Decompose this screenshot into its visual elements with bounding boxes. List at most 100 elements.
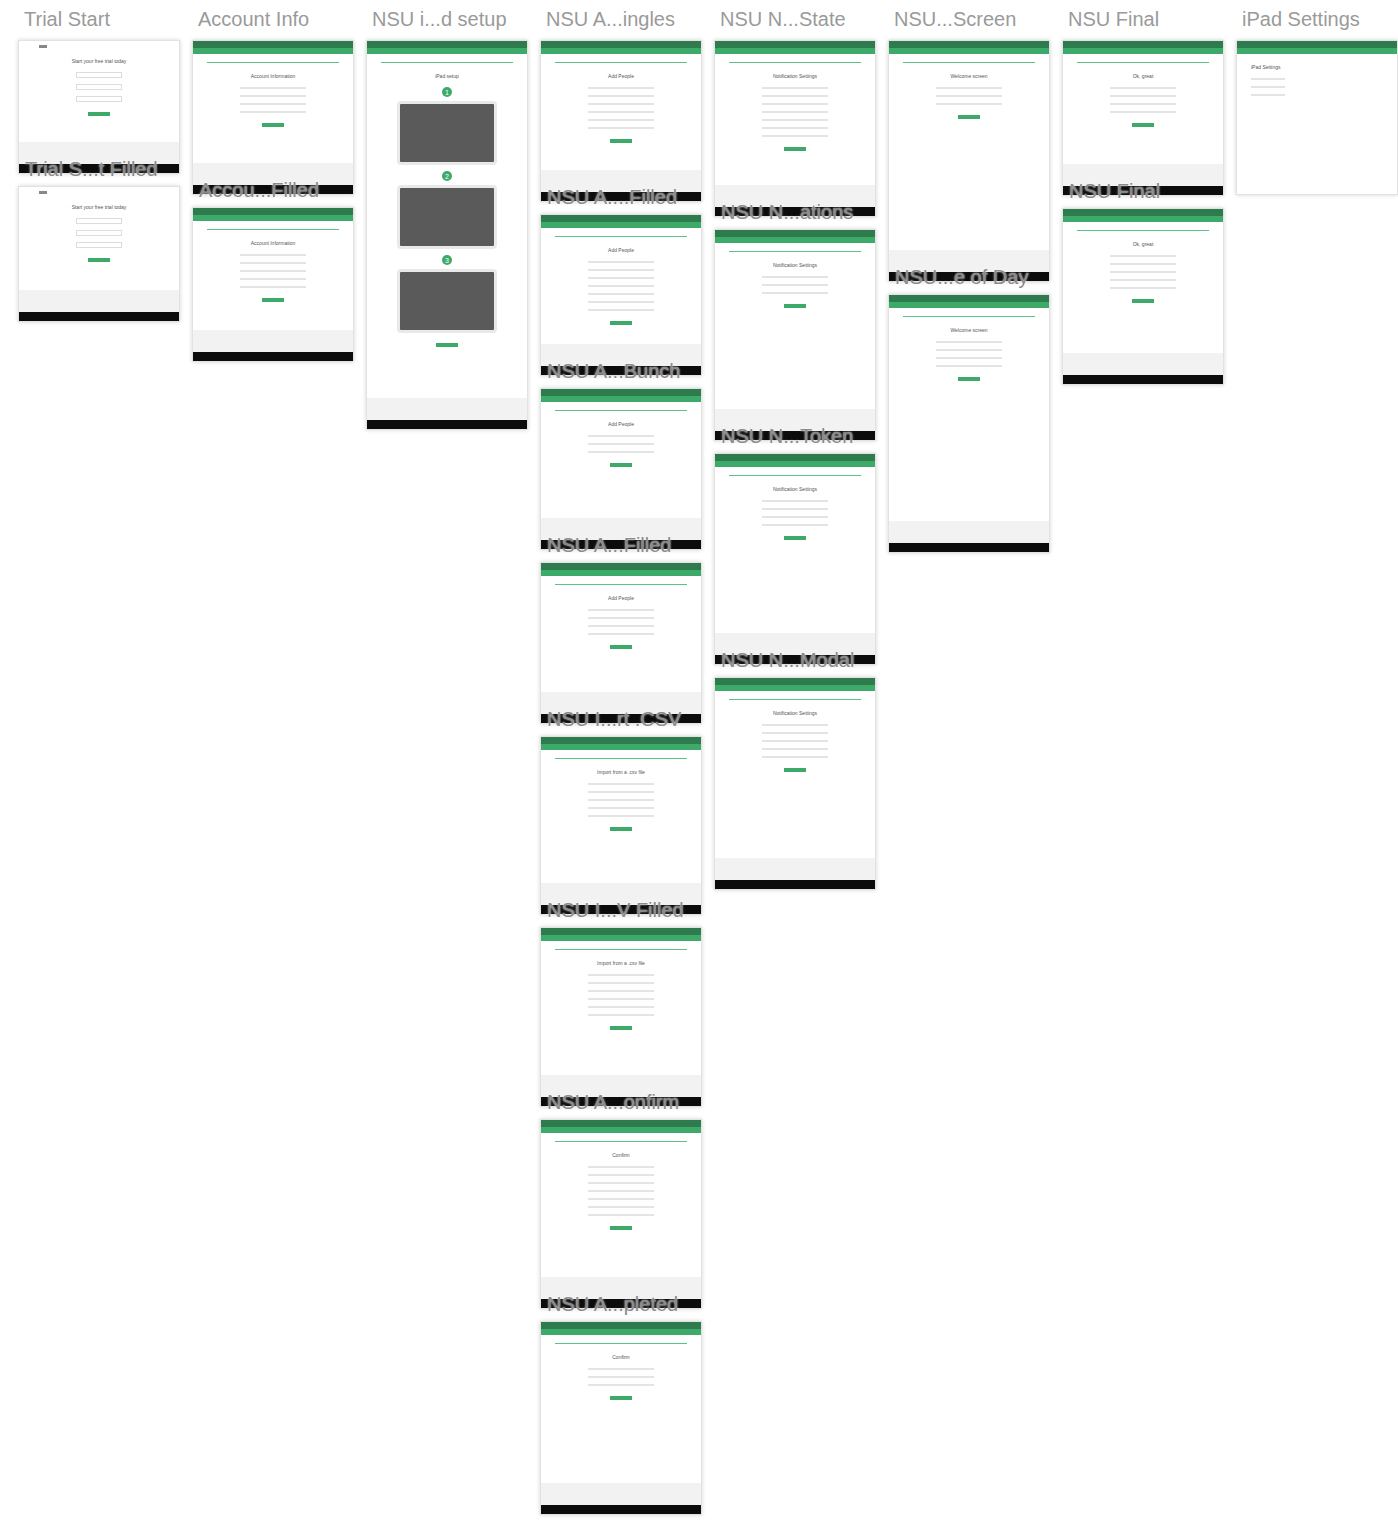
text-line [588, 277, 654, 279]
artboard-title[interactable]: NSU A....Filled [547, 185, 677, 209]
artboard[interactable]: Account Information [192, 40, 354, 195]
text-line [588, 633, 654, 635]
page-footer [715, 880, 875, 889]
artboard-heading: Account Information [193, 73, 353, 79]
text-line [588, 990, 654, 992]
text-line [588, 1166, 654, 1168]
text-line [762, 103, 828, 105]
artboard[interactable]: iPad setup123 [366, 40, 528, 430]
step-badge: 3 [442, 255, 452, 265]
text-line [1110, 87, 1176, 89]
artboard[interactable]: Add People [540, 40, 702, 202]
artboard-title[interactable]: NSU N...Modal [721, 648, 854, 672]
submit-button [88, 112, 110, 116]
artboard-title[interactable]: NSU A...pleted [547, 1292, 678, 1316]
progress-line [555, 1343, 687, 1344]
text-line [1110, 255, 1176, 257]
artboard[interactable]: iPad Settings [1236, 40, 1398, 195]
setup-step: 2 [397, 171, 497, 249]
artboard-title[interactable]: NSU A...ingles [540, 0, 702, 40]
text-line [240, 286, 306, 288]
text-line [588, 1206, 654, 1208]
sub-bar [367, 48, 527, 54]
artboard-title[interactable]: Account Info [192, 0, 354, 40]
progress-line [729, 62, 861, 63]
artboard[interactable]: Ok, greatNSU Final [1062, 208, 1224, 385]
artboard-heading: Import from a .csv file [541, 769, 701, 775]
artboard-title[interactable]: NSU A...onfirm [547, 1090, 679, 1114]
text-line [762, 724, 828, 726]
next-button [784, 147, 806, 151]
text-line [588, 435, 654, 437]
form-field [76, 96, 122, 102]
artboard[interactable]: Add PeopleNSU A...Filled [540, 562, 702, 724]
artboard-title[interactable]: Trial Start [18, 0, 180, 40]
artboard-title[interactable]: Trial S...t Filled [25, 157, 158, 181]
artboard[interactable]: Start your free trial todayTrial S...t F… [18, 186, 180, 322]
text-line [762, 127, 828, 129]
artboard[interactable]: Welcome screen [888, 40, 1050, 282]
artboard-title[interactable]: NSU N...State [714, 0, 876, 40]
sub-bar [1063, 216, 1223, 222]
next-button [262, 123, 284, 127]
help-footer [1063, 164, 1223, 186]
artboard[interactable]: ConfirmNSU A...onfirm [540, 1119, 702, 1309]
sub-bar [541, 222, 701, 228]
artboard-title[interactable]: NSU...e of Day [895, 265, 1028, 289]
form-field [76, 72, 122, 78]
artboard[interactable]: Import from a .csv fileNSU I...V Filled [540, 927, 702, 1107]
artboard-title[interactable]: NSU A...Filled [547, 533, 671, 557]
artboard[interactable]: Notification Settings [714, 40, 876, 217]
artboard-title[interactable]: NSU A...Bunch [547, 359, 680, 383]
sub-bar [541, 1329, 701, 1335]
progress-line [555, 949, 687, 950]
artboard[interactable]: Start your free trial today [18, 40, 180, 174]
text-line [936, 95, 1002, 97]
artboard[interactable]: Notification SettingsNSU N...Token [714, 453, 876, 665]
artboard[interactable]: Add PeopleNSU A...Bunch [540, 388, 702, 550]
text-line [240, 262, 306, 264]
help-footer [889, 521, 1049, 543]
artboard[interactable]: Welcome screenNSU...e of Day [888, 294, 1050, 553]
artboard[interactable]: Notification SettingsNSU N...Modal [714, 677, 876, 890]
top-bar [1237, 41, 1397, 48]
artboard-title[interactable]: NSU I...V Filled [547, 898, 684, 922]
artboard-column: NSU N...StateNotification SettingsNotifi… [714, 0, 876, 1524]
artboard[interactable]: Notification SettingsNSU N...ations [714, 229, 876, 441]
text-line [588, 301, 654, 303]
artboard[interactable]: Account InformationAccou...Filled [192, 207, 354, 362]
help-footer [541, 344, 701, 366]
text-line [1110, 279, 1176, 281]
artboard-title[interactable]: NSU N...ations [721, 200, 853, 224]
artboard-title[interactable]: NSU...Screen [888, 0, 1050, 40]
page-footer [541, 714, 701, 723]
artboard-title[interactable]: NSU N...Token [721, 424, 853, 448]
text-line [588, 807, 654, 809]
text-line [588, 1376, 654, 1378]
artboard[interactable]: Import from a .csv fileNSU I...rt .CSV [540, 736, 702, 915]
top-bar [1063, 41, 1223, 48]
artboard[interactable]: Ok, great [1062, 40, 1224, 196]
artboard[interactable]: ConfirmNSU A...pleted [540, 1321, 702, 1515]
artboard-heading: Add People [541, 73, 701, 79]
artboard-heading: Confirm [541, 1152, 701, 1158]
artboard-title[interactable]: NSU i...d setup [366, 0, 528, 40]
artboard-heading: Ok, great [1063, 241, 1223, 247]
page-footer [541, 905, 701, 914]
progress-line [729, 475, 861, 476]
artboard-title[interactable]: Accou...Filled [199, 178, 319, 202]
artboard-heading: Confirm [541, 1354, 701, 1360]
page-footer [367, 420, 527, 429]
artboard-title[interactable]: NSU Final [1062, 0, 1224, 40]
artboard[interactable]: Add PeopleNSU A....Filled [540, 214, 702, 376]
text-line [588, 1198, 654, 1200]
text-line [240, 111, 306, 113]
text-line [1110, 263, 1176, 265]
text-line [762, 119, 828, 121]
artboard-heading: Add People [541, 595, 701, 601]
artboard-title[interactable]: NSU I...rt .CSV [547, 707, 681, 731]
artboard-title[interactable]: NSU Final [1069, 179, 1160, 203]
artboard-title[interactable]: iPad Settings [1236, 0, 1398, 40]
text-line [588, 982, 654, 984]
help-footer [541, 518, 701, 540]
